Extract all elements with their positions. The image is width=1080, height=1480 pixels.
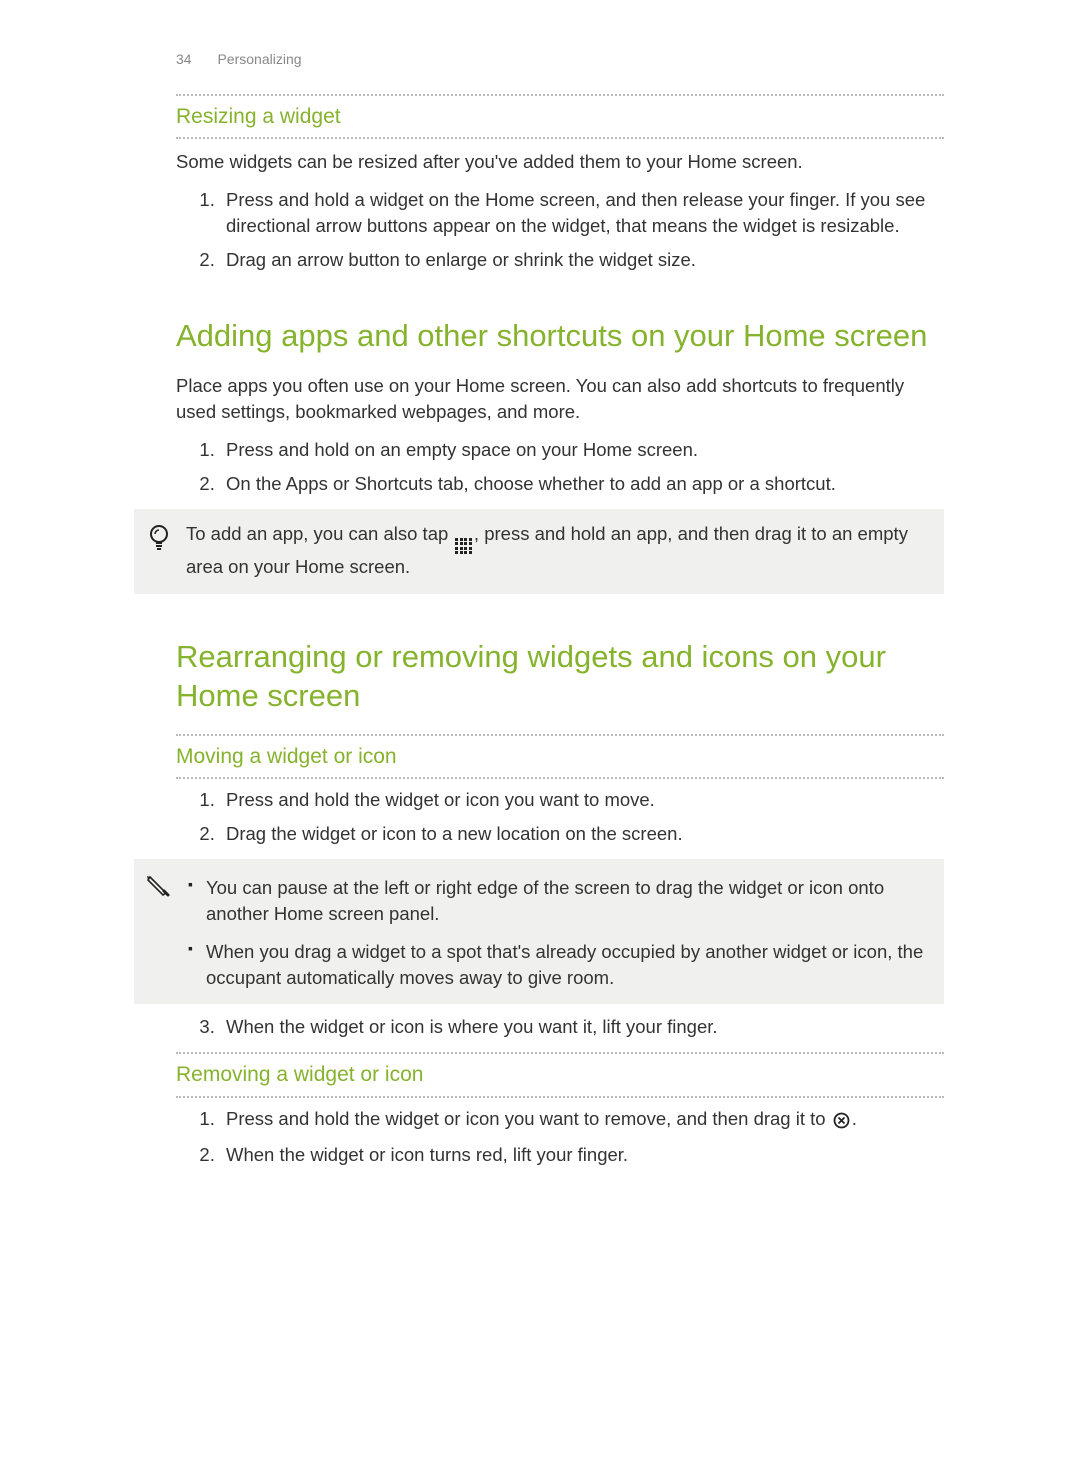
list-item: When the widget or icon is where you wan…: [220, 1014, 944, 1040]
list-item: On the Apps or Shortcuts tab, choose whe…: [220, 471, 944, 497]
removing-step1-pre: Press and hold the widget or icon you wa…: [226, 1108, 831, 1129]
moving-section: Moving a widget or icon Press and hold t…: [176, 734, 944, 1041]
divider: [176, 734, 944, 736]
moving-steps-b: When the widget or icon is where you wan…: [176, 1014, 944, 1040]
note-list: You can pause at the left or right edge …: [186, 875, 930, 991]
apps-grid-icon: [455, 538, 472, 555]
resizing-steps: Press and hold a widget on the Home scre…: [176, 187, 944, 273]
divider: [176, 1096, 944, 1098]
list-item: Press and hold on an empty space on your…: [220, 437, 944, 463]
adding-heading: Adding apps and other shortcuts on your …: [176, 317, 944, 356]
pencil-icon: [144, 871, 174, 899]
list-item: When the widget or icon turns red, lift …: [220, 1142, 944, 1168]
lightbulb-icon: [144, 521, 174, 553]
moving-heading: Moving a widget or icon: [176, 740, 944, 773]
moving-steps-a: Press and hold the widget or icon you wa…: [176, 787, 944, 847]
list-item: Press and hold the widget or icon you wa…: [220, 787, 944, 813]
resizing-section: Resizing a widget Some widgets can be re…: [176, 94, 944, 273]
list-item: Drag an arrow button to enlarge or shrin…: [220, 247, 944, 273]
adding-intro: Place apps you often use on your Home sc…: [176, 373, 944, 425]
tip-text-pre: To add an app, you can also tap: [186, 523, 453, 544]
removing-steps: Press and hold the widget or icon you wa…: [176, 1106, 944, 1168]
divider: [176, 1052, 944, 1054]
page-section: Personalizing: [217, 51, 301, 67]
divider: [176, 94, 944, 96]
rearranging-heading: Rearranging or removing widgets and icon…: [176, 638, 944, 716]
remove-circle-icon: [833, 1108, 850, 1134]
list-item: Press and hold a widget on the Home scre…: [220, 187, 944, 239]
removing-heading: Removing a widget or icon: [176, 1058, 944, 1091]
adding-steps: Press and hold on an empty space on your…: [176, 437, 944, 497]
page-number: 34: [176, 51, 192, 67]
list-item: Drag the widget or icon to a new locatio…: [220, 821, 944, 847]
removing-section: Removing a widget or icon Press and hold…: [176, 1052, 944, 1167]
divider: [176, 777, 944, 779]
note-callout: You can pause at the left or right edge …: [134, 859, 944, 1005]
list-item: Press and hold the widget or icon you wa…: [220, 1106, 944, 1134]
page-header: 34 Personalizing: [176, 50, 944, 70]
divider: [176, 137, 944, 139]
tip-text: To add an app, you can also tap , press …: [186, 521, 930, 580]
removing-step1-post: .: [852, 1108, 857, 1129]
list-item: You can pause at the left or right edge …: [186, 875, 930, 927]
resizing-heading: Resizing a widget: [176, 100, 944, 133]
tip-callout: To add an app, you can also tap , press …: [134, 509, 944, 594]
list-item: When you drag a widget to a spot that's …: [186, 939, 930, 991]
resizing-intro: Some widgets can be resized after you've…: [176, 149, 944, 175]
